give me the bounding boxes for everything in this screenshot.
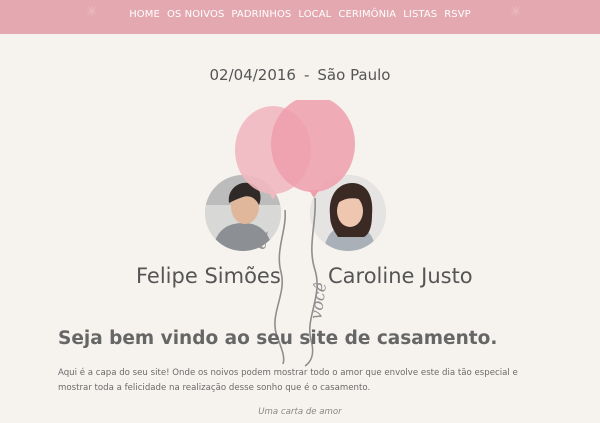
groom-name: Felipe Simões xyxy=(136,264,281,288)
main-nav: HOME OS NOIVOS PADRINHOS LOCAL CERIMÔNIA… xyxy=(129,9,471,20)
date-separator: - xyxy=(303,66,310,84)
nav-item-listas[interactable]: LISTAS xyxy=(403,9,437,20)
love-letter-link[interactable]: Uma carta de amor xyxy=(0,407,600,417)
event-city: São Paulo xyxy=(317,66,391,84)
top-navbar: ✳ ✳ HOME OS NOIVOS PADRINHOS LOCAL CERIM… xyxy=(0,0,600,34)
balloon-left-knot xyxy=(269,192,277,200)
balloon-word-right: você xyxy=(306,281,330,320)
snowflake-decoration-icon: ✳ xyxy=(86,4,98,20)
event-date: 02/04/2016 xyxy=(209,66,296,84)
nav-item-home[interactable]: HOME xyxy=(129,9,160,20)
balloon-right xyxy=(271,100,355,192)
welcome-body: Aqui é a capa do seu site! Onde os noivo… xyxy=(58,368,518,393)
snowflake-decoration-icon: ✳ xyxy=(510,4,522,20)
balloon-word-left: eu xyxy=(250,228,272,250)
event-date-location: 02/04/2016- São Paulo xyxy=(0,66,600,84)
nav-item-padrinhos[interactable]: PADRINHOS xyxy=(231,9,291,20)
nav-item-os-noivos[interactable]: OS NOIVOS xyxy=(167,9,224,20)
nav-item-local[interactable]: LOCAL xyxy=(298,9,331,20)
balloon-right-knot xyxy=(309,190,319,198)
bride-name: Caroline Justo xyxy=(328,264,473,288)
nav-item-rsvp[interactable]: RSVP xyxy=(444,9,471,20)
welcome-heading: Seja bem vindo ao seu site de casamento. xyxy=(58,328,498,349)
nav-item-cerimonia[interactable]: CERIMÔNIA xyxy=(338,9,396,20)
